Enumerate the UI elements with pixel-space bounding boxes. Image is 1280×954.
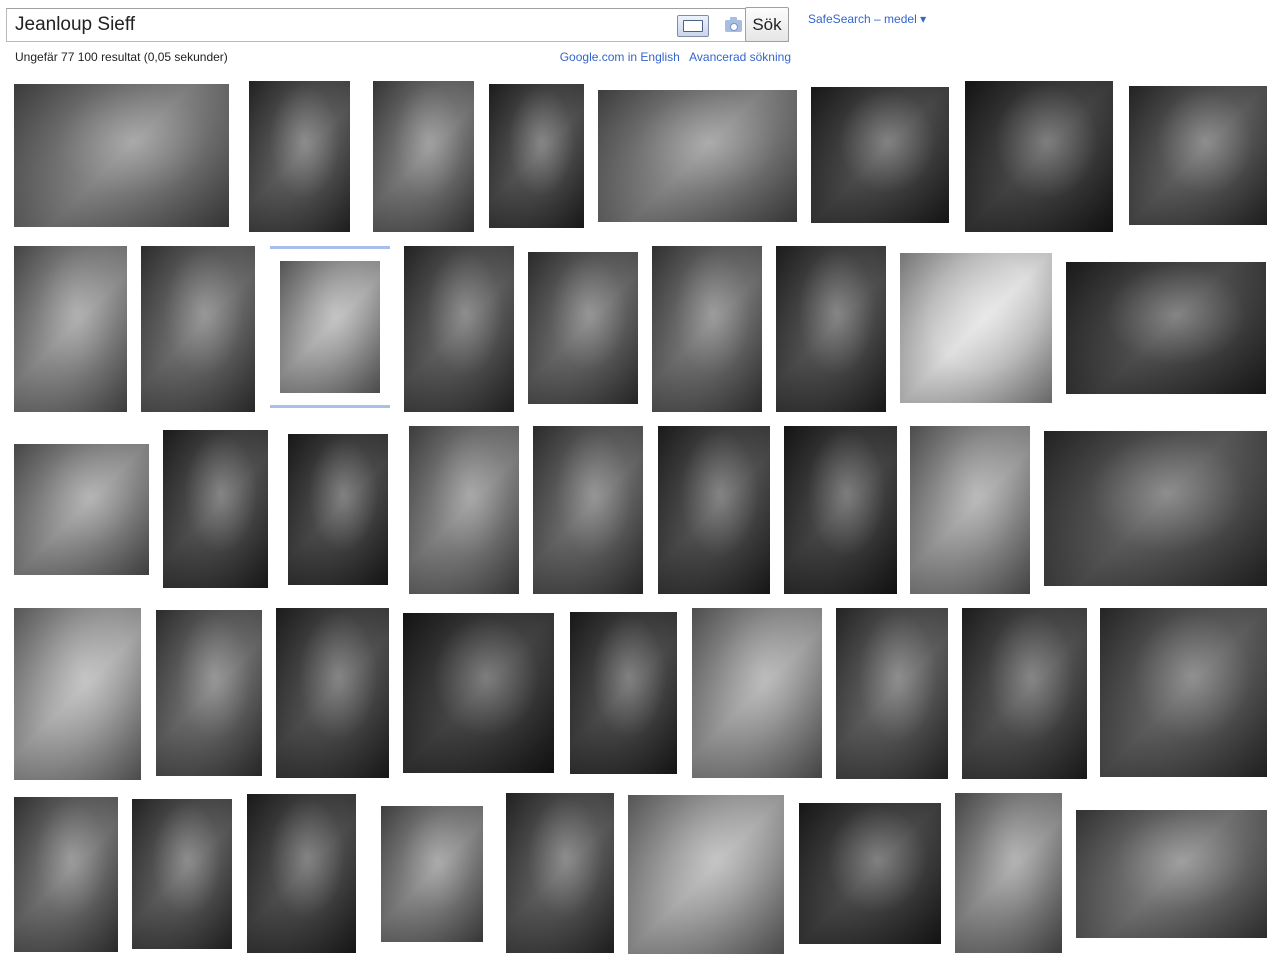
image-thumbnail[interactable] xyxy=(288,434,388,585)
image-thumbnail[interactable] xyxy=(14,444,149,575)
image-thumbnail[interactable] xyxy=(692,608,822,778)
photo-image xyxy=(132,799,232,949)
search-box xyxy=(6,8,789,42)
image-thumbnail[interactable] xyxy=(965,81,1113,232)
photo-image xyxy=(506,793,614,953)
photo-image xyxy=(14,246,127,412)
image-thumbnail[interactable] xyxy=(955,793,1062,953)
photo-image xyxy=(489,84,584,228)
photo-image xyxy=(900,253,1052,403)
advanced-search-link[interactable]: Avancerad sökning xyxy=(689,50,791,64)
photo-image xyxy=(288,434,388,585)
image-thumbnail[interactable] xyxy=(962,608,1087,779)
photo-image xyxy=(598,90,797,222)
image-thumbnail[interactable] xyxy=(900,253,1052,403)
photo-image xyxy=(409,426,519,594)
photo-image xyxy=(1100,608,1267,777)
photo-image xyxy=(403,613,554,773)
image-thumbnail[interactable] xyxy=(598,90,797,222)
image-thumbnail[interactable] xyxy=(373,81,474,232)
image-thumbnail[interactable] xyxy=(14,608,141,780)
photo-image xyxy=(381,806,483,942)
photo-image xyxy=(652,246,762,412)
photo-image xyxy=(249,81,350,232)
image-thumbnail[interactable] xyxy=(381,806,483,942)
photo-image xyxy=(14,84,229,227)
image-thumbnail[interactable] xyxy=(14,246,127,412)
image-thumbnail[interactable] xyxy=(1044,431,1267,586)
image-thumbnail[interactable] xyxy=(132,799,232,949)
photo-image xyxy=(836,608,948,779)
photo-image xyxy=(570,612,677,774)
photo-image xyxy=(1076,810,1267,938)
photo-image xyxy=(156,610,262,776)
photo-image xyxy=(276,608,389,778)
image-thumbnail[interactable] xyxy=(799,803,941,944)
photo-image xyxy=(247,794,356,953)
image-thumbnail[interactable] xyxy=(1100,608,1267,777)
photo-image xyxy=(1044,431,1267,586)
image-thumbnail[interactable] xyxy=(1076,810,1267,938)
image-thumbnail[interactable] xyxy=(163,430,268,588)
image-thumbnail[interactable] xyxy=(784,426,897,594)
image-thumbnail[interactable] xyxy=(270,246,390,408)
top-links: Google.com in English Avancerad sökning xyxy=(554,50,791,64)
image-thumbnail[interactable] xyxy=(1129,86,1267,225)
photo-image xyxy=(628,795,784,954)
camera-icon[interactable] xyxy=(721,15,747,35)
image-thumbnail[interactable] xyxy=(570,612,677,774)
photo-image xyxy=(784,426,897,594)
result-stats: Ungefär 77 100 resultat (0,05 sekunder) xyxy=(15,50,228,64)
image-thumbnail[interactable] xyxy=(141,246,255,412)
photo-image xyxy=(910,426,1030,594)
image-thumbnail[interactable] xyxy=(658,426,770,594)
image-thumbnail[interactable] xyxy=(1066,262,1266,394)
image-thumbnail[interactable] xyxy=(528,252,638,404)
image-thumbnail[interactable] xyxy=(404,246,514,412)
image-thumbnail[interactable] xyxy=(489,84,584,228)
photo-image xyxy=(965,81,1113,232)
photo-image xyxy=(1129,86,1267,225)
search-button[interactable]: Sök xyxy=(745,7,789,42)
english-link[interactable]: Google.com in English xyxy=(560,50,680,64)
image-thumbnail[interactable] xyxy=(836,608,948,779)
image-thumbnail[interactable] xyxy=(14,84,229,227)
safesearch-dropdown[interactable]: SafeSearch – medel ▾ xyxy=(808,12,926,26)
image-thumbnail[interactable] xyxy=(811,87,949,223)
image-thumbnail[interactable] xyxy=(403,613,554,773)
photo-image xyxy=(1066,262,1266,394)
photo-image xyxy=(163,430,268,588)
photo-image xyxy=(955,793,1062,953)
image-thumbnail[interactable] xyxy=(533,426,643,594)
photo-image xyxy=(528,252,638,404)
image-thumbnail[interactable] xyxy=(628,795,784,954)
photo-image xyxy=(533,426,643,594)
image-thumbnail[interactable] xyxy=(652,246,762,412)
photo-image xyxy=(280,261,380,393)
photo-image xyxy=(404,246,514,412)
image-thumbnail[interactable] xyxy=(247,794,356,953)
image-thumbnail[interactable] xyxy=(14,797,118,952)
photo-image xyxy=(776,246,886,412)
image-thumbnail[interactable] xyxy=(776,246,886,412)
photo-image xyxy=(14,444,149,575)
photo-image xyxy=(962,608,1087,779)
image-thumbnail[interactable] xyxy=(409,426,519,594)
photo-image xyxy=(799,803,941,944)
image-thumbnail[interactable] xyxy=(276,608,389,778)
photo-image xyxy=(658,426,770,594)
photo-image xyxy=(14,608,141,780)
image-thumbnail[interactable] xyxy=(249,81,350,232)
photo-image xyxy=(811,87,949,223)
image-thumbnail[interactable] xyxy=(910,426,1030,594)
image-thumbnail[interactable] xyxy=(506,793,614,953)
photo-image xyxy=(692,608,822,778)
photo-image xyxy=(141,246,255,412)
image-thumbnail[interactable] xyxy=(156,610,262,776)
search-input[interactable] xyxy=(7,9,683,41)
photo-image xyxy=(14,797,118,952)
photo-image xyxy=(373,81,474,232)
keyboard-icon[interactable] xyxy=(677,15,709,37)
